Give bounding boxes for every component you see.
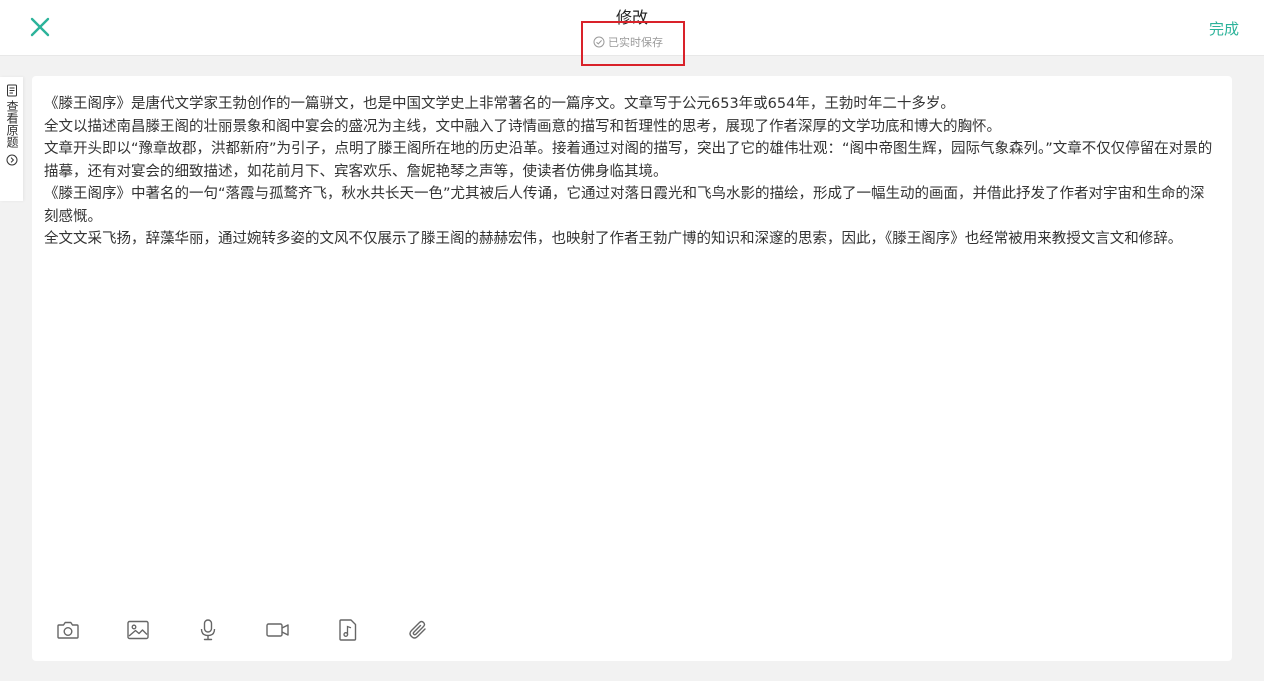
video-icon — [266, 623, 289, 637]
voice-button[interactable] — [194, 616, 222, 644]
paragraph: 《滕王阁序》中著名的一句“落霞与孤鹜齐飞，秋水共长天一色”尤其被后人传诵，它通过… — [44, 186, 1205, 225]
chevron-right-circle-icon — [6, 154, 17, 166]
image-button[interactable] — [124, 616, 152, 644]
document-icon — [6, 84, 17, 97]
camera-icon — [57, 621, 79, 639]
paragraph: 全文以描述南昌滕王阁的壮丽景象和阁中宴会的盛况为主线，文中融入了诗情画意的描写和… — [44, 118, 1001, 135]
audio-button[interactable] — [334, 616, 362, 644]
save-status-text: 已实时保存 — [608, 36, 663, 49]
attachment-icon — [409, 620, 426, 639]
paragraph: 全文文采飞扬，辞藻华丽，通过婉转多姿的文风不仅展示了滕王阁的赫赫宏伟，也映射了作… — [44, 231, 1183, 247]
camera-button[interactable] — [54, 616, 82, 644]
save-status: 已实时保存 — [593, 34, 663, 50]
check-circle-icon — [593, 36, 605, 48]
save-status-highlight: 已实时保存 — [581, 21, 685, 66]
attachment-button[interactable] — [404, 616, 432, 644]
microphone-icon — [200, 619, 216, 641]
media-toolbar — [54, 616, 474, 644]
view-original-tab[interactable]: 查看原题 — [0, 77, 23, 201]
audio-file-icon — [339, 619, 357, 641]
done-button[interactable]: 完成 — [1209, 18, 1239, 39]
video-button[interactable] — [264, 616, 292, 644]
editor-content[interactable]: 《滕王阁序》是唐代文学家王勃创作的一篇骈文，也是中国文学史上非常著名的一篇序文。… — [44, 93, 1216, 251]
view-original-label: 查看原题 — [5, 100, 19, 148]
editor-card: 《滕王阁序》是唐代文学家王勃创作的一篇骈文，也是中国文学史上非常著名的一篇序文。… — [32, 76, 1232, 661]
image-icon — [127, 620, 149, 640]
paragraph: 《滕王阁序》是唐代文学家王勃创作的一篇骈文，也是中国文学史上非常著名的一篇序文。… — [44, 96, 955, 112]
paragraph: 文章开头即以“豫章故郡，洪都新府”为引子，点明了滕王阁所在地的历史沿革。接着通过… — [44, 141, 1213, 180]
